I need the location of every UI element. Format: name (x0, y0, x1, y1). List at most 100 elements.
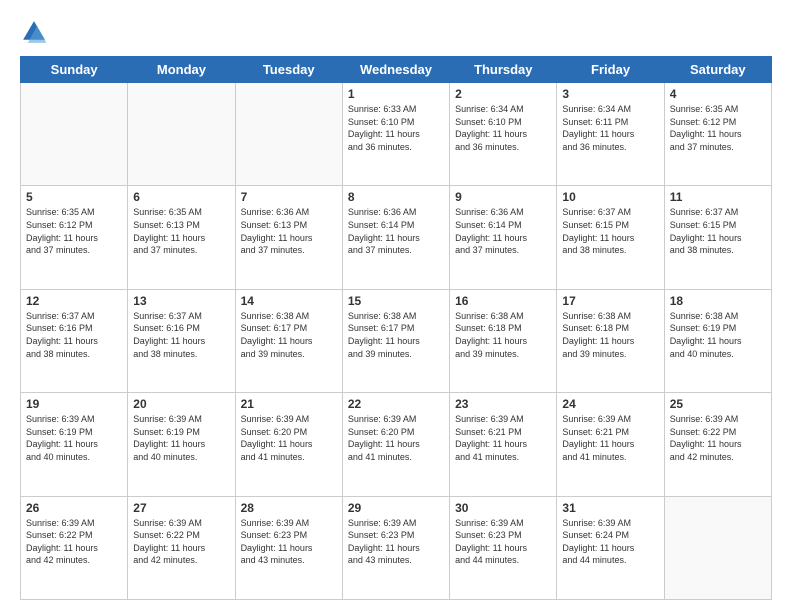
day-number: 16 (455, 294, 551, 308)
day-info: Sunrise: 6:39 AM Sunset: 6:23 PM Dayligh… (455, 517, 551, 567)
weekday-saturday: Saturday (664, 57, 771, 83)
day-info: Sunrise: 6:39 AM Sunset: 6:20 PM Dayligh… (241, 413, 337, 463)
day-number: 13 (133, 294, 229, 308)
day-info: Sunrise: 6:39 AM Sunset: 6:22 PM Dayligh… (670, 413, 766, 463)
day-cell-15: 15 Sunrise: 6:38 AM Sunset: 6:17 PM Dayli… (342, 289, 449, 392)
week-row-2: 5 Sunrise: 6:35 AM Sunset: 6:12 PM Daylig… (21, 186, 772, 289)
day-cell-6: 6 Sunrise: 6:35 AM Sunset: 6:13 PM Daylig… (128, 186, 235, 289)
day-info: Sunrise: 6:39 AM Sunset: 6:19 PM Dayligh… (26, 413, 122, 463)
day-cell-11: 11Sunrise: 6:37 AM Sunset: 6:15 PM Dayli… (664, 186, 771, 289)
weekday-tuesday: Tuesday (235, 57, 342, 83)
day-cell-14: 14 Sunrise: 6:38 AM Sunset: 6:17 PM Dayli… (235, 289, 342, 392)
day-info: Sunrise: 6:39 AM Sunset: 6:22 PM Dayligh… (26, 517, 122, 567)
day-number: 19 (26, 397, 122, 411)
day-number: 15 (348, 294, 444, 308)
day-info: Sunrise: 6:39 AM Sunset: 6:21 PM Dayligh… (455, 413, 551, 463)
week-row-4: 19 Sunrise: 6:39 AM Sunset: 6:19 PM Dayli… (21, 393, 772, 496)
day-info: Sunrise: 6:35 AM Sunset: 6:12 PM Dayligh… (670, 103, 766, 153)
day-number: 29 (348, 501, 444, 515)
day-number: 2 (455, 87, 551, 101)
day-number: 21 (241, 397, 337, 411)
week-row-3: 12Sunrise: 6:37 AM Sunset: 6:16 PM Dayli… (21, 289, 772, 392)
day-cell-19: 19 Sunrise: 6:39 AM Sunset: 6:19 PM Dayli… (21, 393, 128, 496)
day-number: 20 (133, 397, 229, 411)
weekday-header-row: SundayMondayTuesdayWednesdayThursdayFrid… (21, 57, 772, 83)
day-info: Sunrise: 6:34 AM Sunset: 6:11 PM Dayligh… (562, 103, 658, 153)
day-cell-28: 28Sunrise: 6:39 AM Sunset: 6:23 PM Dayli… (235, 496, 342, 599)
day-cell-5: 5 Sunrise: 6:35 AM Sunset: 6:12 PM Daylig… (21, 186, 128, 289)
day-number: 6 (133, 190, 229, 204)
day-cell-29: 29 Sunrise: 6:39 AM Sunset: 6:23 PM Dayli… (342, 496, 449, 599)
day-cell-24: 24Sunrise: 6:39 AM Sunset: 6:21 PM Dayli… (557, 393, 664, 496)
week-row-1: 1Sunrise: 6:33 AM Sunset: 6:10 PM Daylig… (21, 83, 772, 186)
day-info: Sunrise: 6:37 AM Sunset: 6:16 PM Dayligh… (133, 310, 229, 360)
day-cell-30: 30 Sunrise: 6:39 AM Sunset: 6:23 PM Dayli… (450, 496, 557, 599)
day-number: 5 (26, 190, 122, 204)
day-cell-27: 27 Sunrise: 6:39 AM Sunset: 6:22 PM Dayli… (128, 496, 235, 599)
day-cell-4: 4 Sunrise: 6:35 AM Sunset: 6:12 PM Daylig… (664, 83, 771, 186)
day-info: Sunrise: 6:35 AM Sunset: 6:12 PM Dayligh… (26, 206, 122, 256)
day-info: Sunrise: 6:39 AM Sunset: 6:23 PM Dayligh… (241, 517, 337, 567)
logo-icon (20, 18, 48, 46)
day-cell-16: 16 Sunrise: 6:38 AM Sunset: 6:18 PM Dayli… (450, 289, 557, 392)
day-number: 7 (241, 190, 337, 204)
day-number: 18 (670, 294, 766, 308)
header (20, 18, 772, 46)
day-info: Sunrise: 6:37 AM Sunset: 6:15 PM Dayligh… (562, 206, 658, 256)
day-info: Sunrise: 6:39 AM Sunset: 6:22 PM Dayligh… (133, 517, 229, 567)
day-info: Sunrise: 6:39 AM Sunset: 6:24 PM Dayligh… (562, 517, 658, 567)
day-cell-13: 13 Sunrise: 6:37 AM Sunset: 6:16 PM Dayli… (128, 289, 235, 392)
day-number: 14 (241, 294, 337, 308)
day-number: 25 (670, 397, 766, 411)
week-row-5: 26 Sunrise: 6:39 AM Sunset: 6:22 PM Dayli… (21, 496, 772, 599)
day-info: Sunrise: 6:38 AM Sunset: 6:19 PM Dayligh… (670, 310, 766, 360)
day-info: Sunrise: 6:36 AM Sunset: 6:14 PM Dayligh… (455, 206, 551, 256)
logo (20, 18, 50, 46)
day-info: Sunrise: 6:39 AM Sunset: 6:23 PM Dayligh… (348, 517, 444, 567)
day-number: 3 (562, 87, 658, 101)
empty-cell (235, 83, 342, 186)
day-number: 31 (562, 501, 658, 515)
day-cell-26: 26 Sunrise: 6:39 AM Sunset: 6:22 PM Dayli… (21, 496, 128, 599)
day-cell-8: 8 Sunrise: 6:36 AM Sunset: 6:14 PM Daylig… (342, 186, 449, 289)
day-number: 4 (670, 87, 766, 101)
day-info: Sunrise: 6:36 AM Sunset: 6:13 PM Dayligh… (241, 206, 337, 256)
weekday-monday: Monday (128, 57, 235, 83)
day-cell-9: 9Sunrise: 6:36 AM Sunset: 6:14 PM Daylig… (450, 186, 557, 289)
day-cell-21: 21 Sunrise: 6:39 AM Sunset: 6:20 PM Dayli… (235, 393, 342, 496)
day-info: Sunrise: 6:38 AM Sunset: 6:17 PM Dayligh… (241, 310, 337, 360)
day-cell-20: 20 Sunrise: 6:39 AM Sunset: 6:19 PM Dayli… (128, 393, 235, 496)
day-number: 30 (455, 501, 551, 515)
weekday-sunday: Sunday (21, 57, 128, 83)
day-info: Sunrise: 6:36 AM Sunset: 6:14 PM Dayligh… (348, 206, 444, 256)
page: SundayMondayTuesdayWednesdayThursdayFrid… (0, 0, 792, 612)
day-info: Sunrise: 6:38 AM Sunset: 6:18 PM Dayligh… (562, 310, 658, 360)
day-info: Sunrise: 6:38 AM Sunset: 6:18 PM Dayligh… (455, 310, 551, 360)
day-info: Sunrise: 6:35 AM Sunset: 6:13 PM Dayligh… (133, 206, 229, 256)
day-number: 10 (562, 190, 658, 204)
day-cell-7: 7 Sunrise: 6:36 AM Sunset: 6:13 PM Daylig… (235, 186, 342, 289)
day-info: Sunrise: 6:38 AM Sunset: 6:17 PM Dayligh… (348, 310, 444, 360)
day-cell-18: 18 Sunrise: 6:38 AM Sunset: 6:19 PM Dayli… (664, 289, 771, 392)
day-number: 8 (348, 190, 444, 204)
day-number: 26 (26, 501, 122, 515)
day-info: Sunrise: 6:39 AM Sunset: 6:19 PM Dayligh… (133, 413, 229, 463)
day-cell-22: 22 Sunrise: 6:39 AM Sunset: 6:20 PM Dayli… (342, 393, 449, 496)
day-number: 1 (348, 87, 444, 101)
day-number: 27 (133, 501, 229, 515)
day-cell-3: 3 Sunrise: 6:34 AM Sunset: 6:11 PM Daylig… (557, 83, 664, 186)
day-number: 22 (348, 397, 444, 411)
day-cell-23: 23 Sunrise: 6:39 AM Sunset: 6:21 PM Dayli… (450, 393, 557, 496)
day-cell-17: 17 Sunrise: 6:38 AM Sunset: 6:18 PM Dayli… (557, 289, 664, 392)
empty-cell (21, 83, 128, 186)
day-number: 17 (562, 294, 658, 308)
day-cell-25: 25 Sunrise: 6:39 AM Sunset: 6:22 PM Dayli… (664, 393, 771, 496)
empty-cell (664, 496, 771, 599)
weekday-friday: Friday (557, 57, 664, 83)
day-cell-1: 1Sunrise: 6:33 AM Sunset: 6:10 PM Daylig… (342, 83, 449, 186)
day-info: Sunrise: 6:39 AM Sunset: 6:20 PM Dayligh… (348, 413, 444, 463)
day-cell-2: 2Sunrise: 6:34 AM Sunset: 6:10 PM Daylig… (450, 83, 557, 186)
day-number: 23 (455, 397, 551, 411)
day-cell-31: 31 Sunrise: 6:39 AM Sunset: 6:24 PM Dayli… (557, 496, 664, 599)
weekday-thursday: Thursday (450, 57, 557, 83)
